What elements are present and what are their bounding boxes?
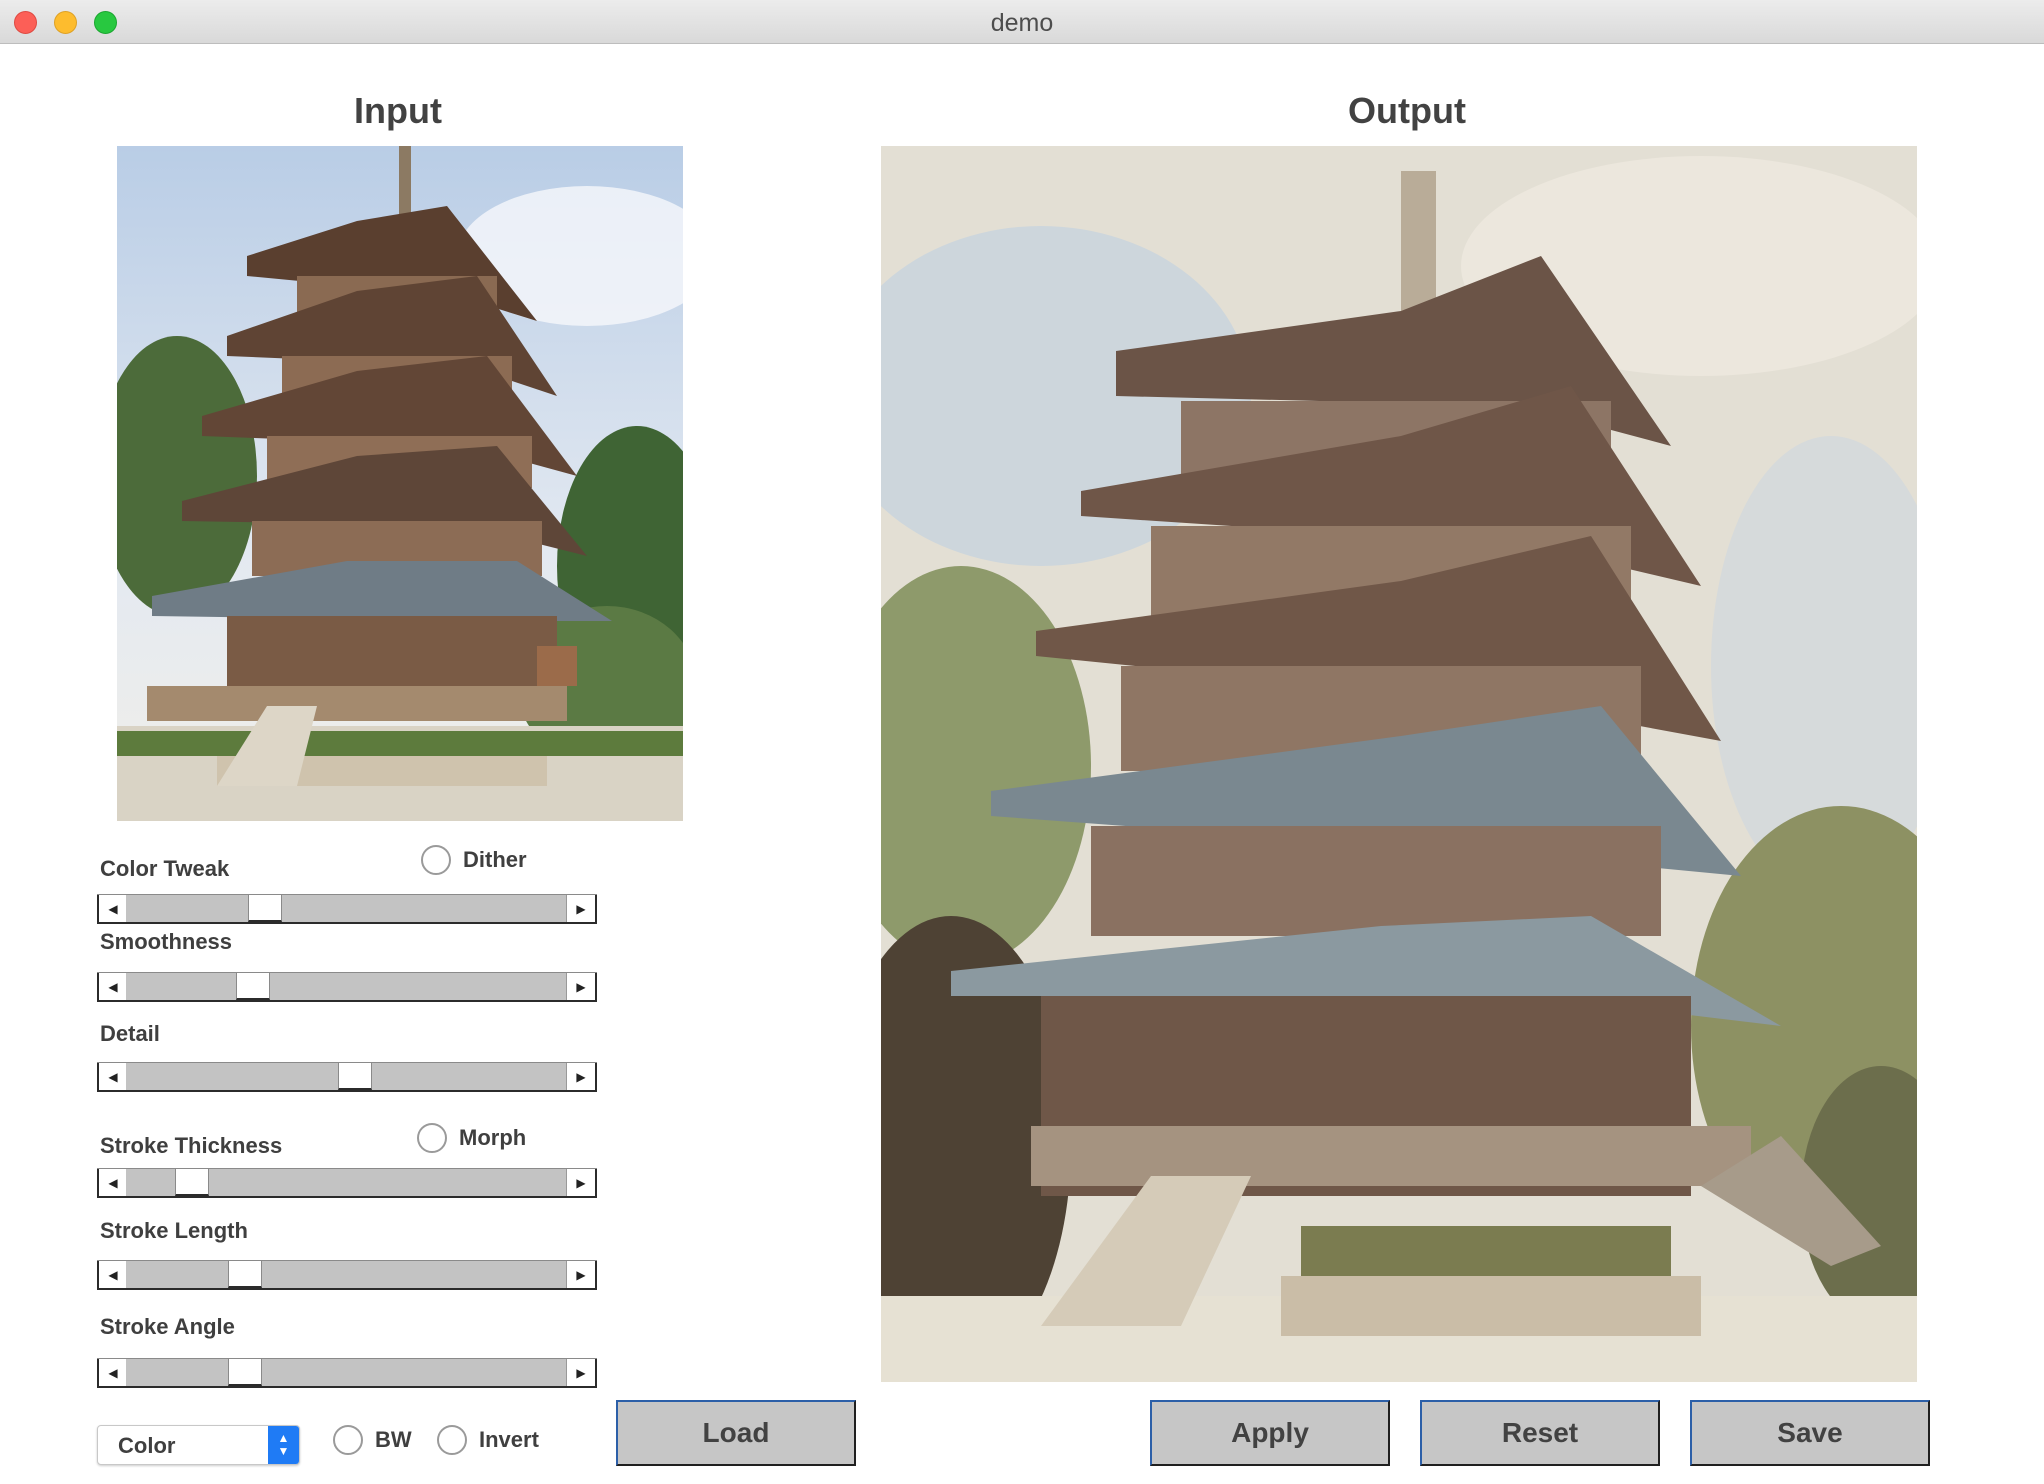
load-button[interactable]: Load <box>616 1400 856 1466</box>
reset-button[interactable]: Reset <box>1420 1400 1660 1466</box>
mode-select-value: Color <box>118 1433 176 1458</box>
smoothness-decrement-arrow[interactable]: ◀ <box>97 973 128 1000</box>
stroke-angle-decrement-arrow[interactable]: ◀ <box>97 1359 128 1386</box>
stroke-angle-label: Stroke Angle <box>100 1314 235 1339</box>
stroke-thickness-label: Stroke Thickness <box>100 1133 283 1158</box>
mode-select[interactable]: Color ▲ ▼ <box>97 1425 300 1465</box>
save-button[interactable]: Save <box>1690 1400 1930 1466</box>
detail-slider[interactable]: ◀ ▶ <box>97 1062 597 1092</box>
morph-label: Morph <box>459 1125 527 1150</box>
stroke-length-decrement-arrow[interactable]: ◀ <box>97 1261 128 1288</box>
dither-radio[interactable]: Dither <box>421 845 527 875</box>
output-title: Output <box>1348 90 1466 131</box>
morph-radio-circle[interactable] <box>417 1123 447 1153</box>
dither-radio-circle[interactable] <box>421 845 451 875</box>
smoothness-slider[interactable]: ◀ ▶ <box>97 972 597 1002</box>
output-image <box>881 146 1917 1382</box>
invert-radio-circle[interactable] <box>437 1425 467 1455</box>
detail-track[interactable] <box>126 1062 568 1090</box>
smoothness-track[interactable] <box>126 972 568 1000</box>
stroke-angle-increment-arrow[interactable]: ▶ <box>566 1359 597 1386</box>
stroke-length-thumb[interactable] <box>228 1260 262 1288</box>
stroke-angle-track[interactable] <box>126 1358 568 1386</box>
smoothness-label: Smoothness <box>100 929 233 954</box>
color-tweak-decrement-arrow[interactable]: ◀ <box>97 895 128 922</box>
color-tweak-label: Color Tweak <box>100 856 230 881</box>
apply-button[interactable]: Apply <box>1150 1400 1390 1466</box>
stroke-length-label: Stroke Length <box>100 1218 248 1243</box>
stroke-length-slider[interactable]: ◀ ▶ <box>97 1260 597 1290</box>
stroke-thickness-thumb[interactable] <box>175 1168 209 1196</box>
select-stepper-icon[interactable]: ▲ ▼ <box>268 1426 299 1464</box>
smoothness-increment-arrow[interactable]: ▶ <box>566 973 597 1000</box>
window-titlebar: demo <box>0 0 2044 44</box>
stroke-thickness-slider[interactable]: ◀ ▶ <box>97 1168 597 1198</box>
dither-label: Dither <box>463 847 527 872</box>
color-tweak-thumb[interactable] <box>248 894 282 922</box>
color-tweak-increment-arrow[interactable]: ▶ <box>566 895 597 922</box>
detail-label: Detail <box>100 1021 160 1046</box>
invert-label: Invert <box>479 1427 539 1452</box>
stroke-length-increment-arrow[interactable]: ▶ <box>566 1261 597 1288</box>
bw-radio[interactable]: BW <box>333 1425 412 1455</box>
stroke-thickness-increment-arrow[interactable]: ▶ <box>566 1169 597 1196</box>
bw-label: BW <box>375 1427 412 1452</box>
input-title: Input <box>354 90 442 131</box>
morph-radio[interactable]: Morph <box>417 1123 526 1153</box>
stroke-length-track[interactable] <box>126 1260 568 1288</box>
detail-decrement-arrow[interactable]: ◀ <box>97 1063 128 1090</box>
stroke-angle-slider[interactable]: ◀ ▶ <box>97 1358 597 1388</box>
detail-thumb[interactable] <box>338 1062 372 1090</box>
invert-radio[interactable]: Invert <box>437 1425 539 1455</box>
bw-radio-circle[interactable] <box>333 1425 363 1455</box>
color-tweak-track[interactable] <box>126 894 568 922</box>
window-title: demo <box>990 9 1054 37</box>
stroke-thickness-track[interactable] <box>126 1168 568 1196</box>
color-tweak-slider[interactable]: ◀ ▶ <box>97 894 597 924</box>
smoothness-thumb[interactable] <box>236 972 270 1000</box>
detail-increment-arrow[interactable]: ▶ <box>566 1063 597 1090</box>
stroke-angle-thumb[interactable] <box>228 1358 262 1386</box>
stroke-thickness-decrement-arrow[interactable]: ◀ <box>97 1169 128 1196</box>
input-image <box>117 146 683 821</box>
